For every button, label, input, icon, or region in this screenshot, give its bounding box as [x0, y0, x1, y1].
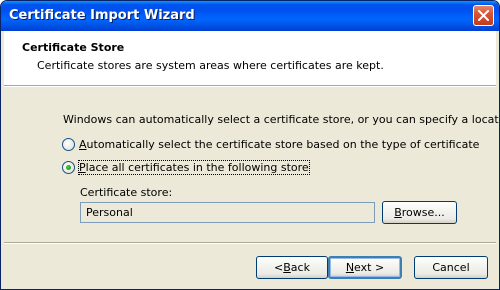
- close-icon: [478, 10, 489, 21]
- radio-auto-select-indicator[interactable]: [62, 138, 75, 151]
- radio-place-all-label[interactable]: Place all certificates in the following …: [78, 160, 310, 175]
- certificate-store-label: Certificate store:: [80, 186, 173, 199]
- back-button[interactable]: < Back: [256, 256, 328, 279]
- page-description: Certificate stores are system areas wher…: [37, 59, 384, 72]
- wizard-window: Certificate Import Wizard Certificate St…: [0, 0, 500, 290]
- window-title: Certificate Import Wizard: [9, 8, 195, 23]
- wizard-header: Certificate Store Certificate stores are…: [4, 31, 496, 85]
- header-divider: [4, 85, 496, 87]
- next-button[interactable]: Next >: [328, 256, 402, 279]
- radio-place-all-indicator[interactable]: [62, 161, 75, 174]
- cancel-button[interactable]: Cancel: [414, 256, 488, 279]
- close-button[interactable]: [473, 5, 494, 26]
- browse-button[interactable]: Browse...: [382, 201, 457, 224]
- radio-place-all[interactable]: Place all certificates in the following …: [62, 160, 310, 175]
- title-bar[interactable]: Certificate Import Wizard: [1, 1, 499, 31]
- radio-auto-select-label[interactable]: Automatically select the certificate sto…: [79, 138, 479, 151]
- page-title: Certificate Store: [22, 41, 125, 54]
- radio-auto-select[interactable]: Automatically select the certificate sto…: [62, 137, 479, 152]
- intro-text: Windows can automatically select a certi…: [63, 113, 500, 126]
- certificate-store-field: Personal: [80, 202, 375, 223]
- footer-divider: [4, 242, 496, 244]
